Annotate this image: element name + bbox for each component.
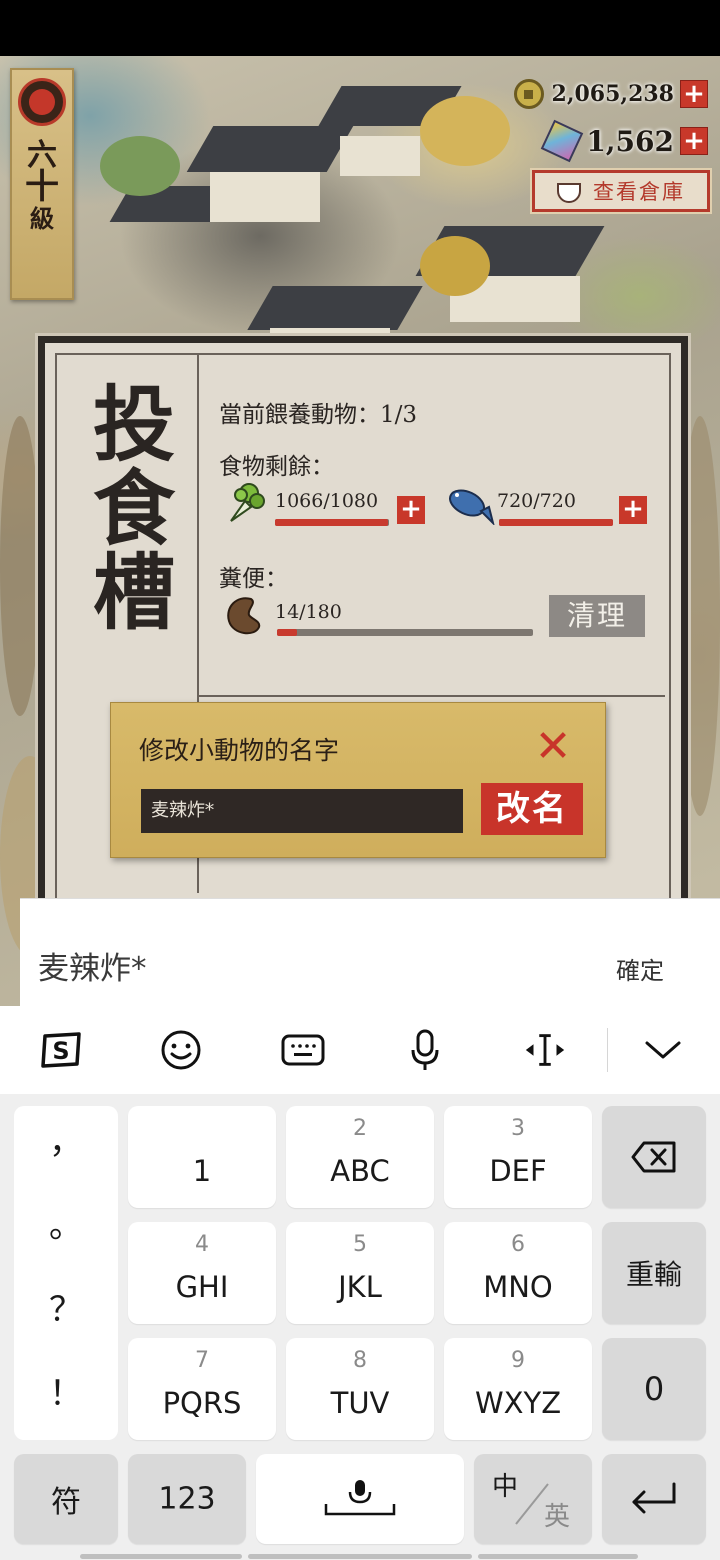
key-0[interactable]: 0 — [602, 1338, 706, 1440]
ime-toolbar: S — [0, 1006, 720, 1094]
key-6-mno[interactable]: 6 MNO — [444, 1222, 592, 1324]
rename-pet-dialog: 修改小動物的名字 ✕ 麦辣炸* 改名 — [110, 702, 606, 858]
manure-bar-fill — [277, 629, 297, 636]
key-8-tuv[interactable]: 8 TUV — [286, 1338, 434, 1440]
language-switch-key[interactable]: 中 英 — [474, 1454, 592, 1544]
punct-comma[interactable]: ， — [14, 1114, 118, 1163]
space-mic-icon — [324, 1480, 396, 1516]
key-2-abc[interactable]: 2 ABC — [286, 1106, 434, 1208]
rename-button[interactable]: 改名 — [481, 783, 583, 835]
status-bar — [0, 0, 720, 56]
view-storage-button[interactable]: 查看倉庫 — [532, 170, 710, 212]
enter-key[interactable] — [602, 1454, 706, 1544]
collapse-icon[interactable] — [640, 1028, 686, 1072]
space-key[interactable] — [256, 1454, 464, 1544]
punct-period[interactable]: 。 — [14, 1198, 118, 1247]
svg-text:S: S — [52, 1037, 69, 1065]
punctuation-column[interactable]: ， 。 ？ ！ — [14, 1106, 118, 1440]
vegetable-icon — [230, 483, 265, 522]
fish-amount: 720/720 — [497, 490, 576, 512]
microphone-icon[interactable] — [402, 1028, 448, 1072]
bowl-icon — [557, 183, 581, 203]
sogou-icon[interactable]: S — [38, 1028, 84, 1072]
fish-bar — [499, 519, 613, 526]
ime-confirm-button[interactable]: 確定 — [616, 951, 664, 986]
add-vegetables-button[interactable]: + — [397, 496, 425, 524]
add-gems-button[interactable]: + — [680, 127, 708, 155]
t9-keyboard: ， 。 ？ ！ 1 2 ABC 3 DEF 4 GHI 5 JKL 6 MNO 重輸 7P… — [0, 1094, 720, 1560]
punct-exclamation[interactable]: ！ — [14, 1366, 118, 1415]
gem-balance: 1,562 + — [541, 119, 708, 163]
punct-question[interactable]: ？ — [14, 1282, 118, 1331]
emoji-icon[interactable] — [158, 1028, 204, 1072]
symbols-key[interactable]: 符 — [14, 1454, 118, 1544]
key-5-jkl[interactable]: 5 JKL — [286, 1222, 434, 1324]
close-icon[interactable]: ✕ — [531, 725, 575, 769]
manure-icon — [227, 597, 261, 635]
coin-icon — [513, 79, 544, 109]
add-coins-button[interactable]: + — [680, 80, 708, 108]
fish-icon — [449, 489, 495, 525]
reenter-key[interactable]: 重輸 — [602, 1222, 706, 1324]
cursor-move-icon[interactable] — [522, 1028, 568, 1072]
vegetable-bar-fill — [275, 519, 388, 526]
pet-name-input[interactable]: 麦辣炸* — [141, 789, 463, 833]
level-text: 六 十 級 — [25, 138, 59, 234]
key-4-ghi[interactable]: 4 GHI — [128, 1222, 276, 1324]
backspace-key[interactable] — [602, 1106, 706, 1208]
vegetable-amount: 1066/1080 — [275, 490, 379, 512]
key-7-pqrs[interactable]: 7 PQRS — [128, 1338, 276, 1440]
key-3-def[interactable]: 3 DEF — [444, 1106, 592, 1208]
ime-composition-bar: 麦辣炸* 確定 — [20, 898, 720, 1006]
feeding-animal-count: 當前餵養動物：1/3 — [219, 402, 418, 428]
manure-label: 糞便： — [219, 566, 288, 592]
manure-amount: 14/180 — [275, 601, 342, 623]
system-nav-bar — [0, 1552, 720, 1560]
vegetable-bar — [275, 519, 389, 526]
key-9-wxyz[interactable]: 9 WXYZ — [444, 1338, 592, 1440]
ime-composing-text[interactable]: 麦辣炸* — [38, 943, 147, 988]
panel-title: 投 食 槽 — [92, 377, 175, 641]
add-fish-button[interactable]: + — [619, 496, 647, 524]
food-remaining-label: 食物剩餘： — [219, 454, 334, 480]
numbers-key[interactable]: 123 — [128, 1454, 246, 1544]
manure-bar — [277, 629, 533, 636]
gem-icon — [541, 119, 584, 163]
key-1[interactable]: 1 — [128, 1106, 276, 1208]
enter-icon — [632, 1482, 676, 1514]
rename-dialog-title: 修改小動物的名字 — [139, 736, 340, 765]
keyboard-icon[interactable] — [280, 1028, 326, 1072]
fish-bar-fill — [499, 519, 613, 526]
backspace-icon — [631, 1141, 676, 1173]
brush-emblem-icon — [18, 78, 66, 126]
coin-balance: 2,065,238 + — [513, 77, 708, 111]
clean-button[interactable]: 清理 — [549, 595, 645, 637]
